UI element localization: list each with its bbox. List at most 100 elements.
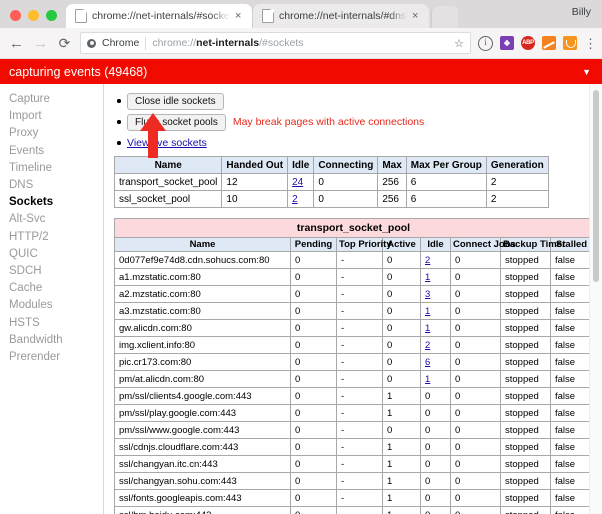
cell-connect-jobs: 0: [450, 336, 501, 354]
cell-active: 1: [382, 506, 421, 514]
idle-count-link[interactable]: 2: [425, 340, 430, 351]
cell-backup-timer: stopped: [500, 506, 551, 514]
page-body: Capture Import Proxy Events Timeline DNS…: [0, 84, 602, 514]
sidebar-item-proxy[interactable]: Proxy: [9, 125, 103, 142]
cell-connect-jobs: 0: [450, 438, 501, 456]
sidebar-item-cache[interactable]: Cache: [9, 280, 103, 297]
socket-pools-table: Name Handed Out Idle Connecting Max Max …: [113, 156, 549, 208]
cell-idle: 1: [420, 302, 451, 320]
close-tab-icon[interactable]: ×: [235, 10, 245, 22]
idle-count-link[interactable]: 6: [425, 357, 430, 368]
browser-tab-dns[interactable]: chrome://net-internals/#dns ×: [252, 4, 429, 28]
cell-backup-timer: stopped: [500, 438, 551, 456]
col-top-priority: Top Priority: [336, 237, 392, 252]
col-pending: Pending: [290, 237, 337, 252]
sidebar-item-capture[interactable]: Capture: [9, 91, 103, 108]
window-controls[interactable]: [0, 10, 66, 28]
cell-connect-jobs: 0: [450, 353, 501, 371]
table-row: pm/ssl/www.google.com:443 0-0 0 0 stopped fal…: [114, 421, 593, 439]
close-tab-icon[interactable]: ×: [412, 10, 422, 22]
sidebar-item-hsts[interactable]: HSTS: [9, 315, 103, 332]
idle-count-link[interactable]: 2: [292, 194, 298, 205]
cell-stalled: false: [550, 285, 593, 303]
cell-pending: 0: [290, 421, 337, 439]
extension-adblock-icon[interactable]: ABP: [521, 36, 535, 50]
cell-top-priority: -: [336, 353, 383, 371]
idle-count-link[interactable]: 24: [292, 177, 303, 188]
table-row: img.xclient.info:80 0-0 2 0 stopped false: [114, 336, 593, 354]
cell-backup-timer: stopped: [500, 336, 551, 354]
table-row: a1.mzstatic.com:80 0-0 1 0 stopped false: [114, 268, 593, 286]
sidebar-item-quic[interactable]: QUIC: [9, 246, 103, 263]
cell-pending: 0: [290, 455, 337, 473]
idle-count-link[interactable]: 1: [425, 272, 430, 283]
sidebar-item-sockets[interactable]: Sockets: [9, 194, 103, 211]
cell-name: img.xclient.info:80: [114, 336, 291, 354]
cell-top-priority: -: [336, 438, 383, 456]
sidebar-item-http2[interactable]: HTTP/2: [9, 229, 103, 246]
view-live-sockets-link[interactable]: View live sockets: [127, 137, 207, 149]
bookmark-star-icon[interactable]: ☆: [454, 37, 464, 50]
profile-name[interactable]: Billy: [572, 6, 591, 18]
idle-count-link[interactable]: 1: [425, 306, 430, 317]
maximize-window-button[interactable]: [46, 10, 57, 21]
cell-connect-jobs: 0: [450, 472, 501, 490]
sidebar-item-dns[interactable]: DNS: [9, 177, 103, 194]
cell-idle: 0: [420, 387, 451, 405]
sidebar-item-alt-svc[interactable]: Alt-Svc: [9, 211, 103, 228]
page-info-button[interactable]: i: [478, 35, 493, 51]
cell-connect-jobs: 0: [450, 387, 501, 405]
cell-active: 1: [382, 404, 421, 422]
reload-icon[interactable]: ⟳: [56, 35, 73, 52]
scrollbar-thumb[interactable]: [593, 90, 599, 282]
back-icon[interactable]: ←: [8, 36, 25, 51]
col-name: Name: [113, 156, 223, 174]
close-idle-sockets-button[interactable]: Close idle sockets: [127, 92, 224, 110]
address-bar[interactable]: Chrome chrome://net-internals/#sockets ☆: [80, 32, 471, 54]
sidebar-item-timeline[interactable]: Timeline: [9, 160, 103, 177]
close-window-button[interactable]: [10, 10, 21, 21]
sidebar-item-prerender[interactable]: Prerender: [9, 349, 103, 366]
cell-name: transport_socket_pool: [113, 173, 223, 191]
extension-purple-icon[interactable]: ❖: [500, 36, 514, 50]
idle-count-link[interactable]: 2: [425, 255, 430, 266]
cell-name: pm/ssl/clients4.google.com:443: [114, 387, 291, 405]
cell-max-per-group: 6: [405, 173, 487, 191]
site-info-icon[interactable]: [87, 38, 96, 48]
omnibox-divider: [145, 36, 147, 50]
idle-count-link[interactable]: 3: [425, 289, 430, 300]
chevron-down-icon[interactable]: ▼: [582, 67, 591, 77]
idle-count-link[interactable]: 1: [425, 323, 430, 334]
scrollbar-track[interactable]: [589, 84, 602, 514]
extension-face-icon[interactable]: [563, 36, 577, 50]
sidebar-item-sdch[interactable]: SDCH: [9, 263, 103, 280]
idle-count-link[interactable]: 1: [425, 374, 430, 385]
cell-active: 1: [382, 489, 421, 507]
sidebar-item-events[interactable]: Events: [9, 143, 103, 160]
sidebar-item-bandwidth[interactable]: Bandwidth: [9, 332, 103, 349]
flush-socket-pools-button[interactable]: Flush socket pools: [127, 113, 226, 131]
cell-top-priority: -: [336, 251, 383, 269]
new-tab-button[interactable]: [431, 6, 458, 28]
cell-idle: 6: [420, 353, 451, 371]
browser-tab-sockets[interactable]: chrome://net-internals/#socke ×: [66, 4, 252, 28]
cell-name: ssl/hm.baidu.com:443: [114, 506, 291, 514]
extension-chart-icon[interactable]: [542, 36, 556, 50]
minimize-window-button[interactable]: [28, 10, 39, 21]
table-header-row: Name Handed Out Idle Connecting Max Max …: [113, 156, 549, 174]
cell-stalled: false: [550, 421, 593, 439]
chrome-menu-icon[interactable]: ⋮: [584, 37, 597, 50]
cell-top-priority: -: [336, 404, 383, 422]
cell-name: a2.mzstatic.com:80: [114, 285, 291, 303]
table-row: ssl/fonts.googleapis.com:443 0-1 0 0 stopped…: [114, 489, 593, 507]
sidebar-item-modules[interactable]: Modules: [9, 297, 103, 314]
cell-backup-timer: stopped: [500, 353, 551, 371]
sidebar-item-import[interactable]: Import: [9, 108, 103, 125]
cell-top-priority: -: [336, 421, 383, 439]
cell-stalled: false: [550, 302, 593, 320]
cell-backup-timer: stopped: [500, 472, 551, 490]
cell-active: 0: [382, 319, 421, 337]
capturing-status-bar[interactable]: capturing events (49468) ▼: [0, 59, 602, 84]
cell-active: 1: [382, 472, 421, 490]
cell-stalled: false: [550, 353, 593, 371]
